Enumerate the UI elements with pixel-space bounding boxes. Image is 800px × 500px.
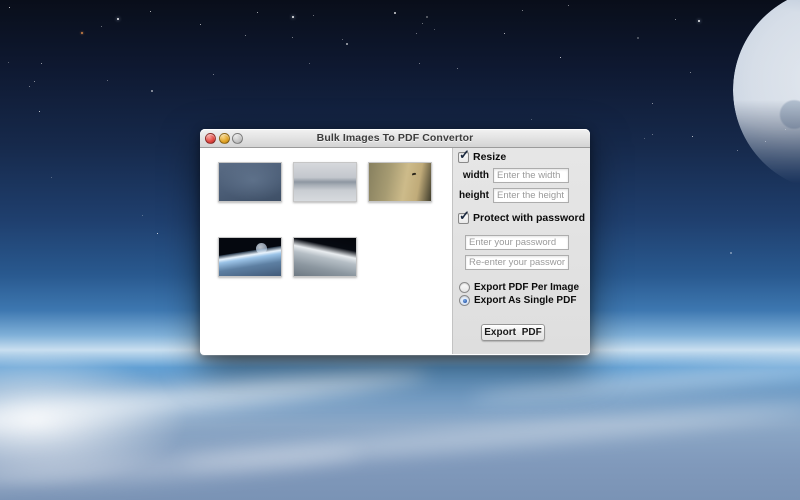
star [342,39,343,40]
star [504,33,505,34]
height-input[interactable] [493,188,569,203]
password-input[interactable] [465,235,569,250]
star [730,252,732,254]
thumbnail-golden-cliff[interactable] [368,162,432,202]
star [150,11,151,12]
width-label: width [453,170,489,181]
export-single-pdf-radio[interactable] [459,295,470,306]
star [313,15,314,16]
minimize-button[interactable] [219,133,230,144]
star [107,80,108,81]
star [531,119,532,120]
star [200,24,201,25]
star [142,215,143,216]
star [394,12,396,14]
star [117,18,119,20]
star [245,35,246,36]
height-label: height [453,190,489,201]
protect-password-checkbox[interactable]: ✓ [458,213,469,224]
star [568,5,569,6]
thumbnail-misty-blue-sky[interactable] [218,162,282,202]
resize-label[interactable]: Resize [473,151,506,163]
width-input[interactable] [493,168,569,183]
star [213,74,214,75]
star [346,43,348,45]
title-bar[interactable]: Bulk Images To PDF Convertor [200,129,590,148]
star [426,16,428,18]
star [422,23,423,24]
star [292,37,293,38]
star [419,63,420,64]
protect-password-label[interactable]: Protect with password [473,212,585,224]
star [652,103,653,104]
thumbnail-earth-cloud-band[interactable] [293,237,357,277]
checkmark-icon: ✓ [459,147,470,163]
star [51,177,52,178]
star [41,63,42,64]
settings-panel: ✓ Resize width height ✓ Protect with pas… [452,148,590,354]
star [652,134,653,135]
star [690,72,691,73]
star [257,12,258,13]
export-per-image-label[interactable]: Export PDF Per Image [474,282,579,293]
star [9,7,10,8]
zoom-button-disabled [232,133,243,144]
export-pdf-button[interactable]: Export PDF [481,324,545,341]
earth-horizon [218,244,282,277]
password-confirm-input[interactable] [465,255,569,270]
star [39,111,40,112]
moon [733,0,800,192]
close-button[interactable] [205,133,216,144]
window-title: Bulk Images To PDF Convertor [200,132,590,144]
star [698,20,700,22]
star [151,90,153,92]
star [29,86,30,87]
resize-checkbox[interactable]: ✓ [458,152,469,163]
export-per-image-radio[interactable] [459,282,470,293]
star [675,19,676,20]
star [81,32,83,34]
star [644,138,645,139]
image-gallery [200,148,452,354]
star [560,57,561,58]
star [309,63,310,64]
app-window: Bulk Images To PDF Convertor ✓ Resize [200,129,590,355]
star [457,68,458,69]
star [692,136,693,137]
star [416,33,417,34]
thumbnail-foggy-lake[interactable] [293,162,357,202]
star [292,16,294,18]
star [522,10,523,11]
thumbnail-earth-horizon-moon[interactable] [218,237,282,277]
checkmark-icon: ✓ [459,208,470,224]
export-single-pdf-label[interactable]: Export As Single PDF [474,295,576,306]
star [34,81,35,82]
star [8,62,9,63]
star [434,29,435,30]
star [637,37,639,39]
star [737,150,738,151]
star [101,26,102,27]
cliff-scene [369,163,431,201]
star [157,233,158,234]
cloud-streak [470,354,800,407]
